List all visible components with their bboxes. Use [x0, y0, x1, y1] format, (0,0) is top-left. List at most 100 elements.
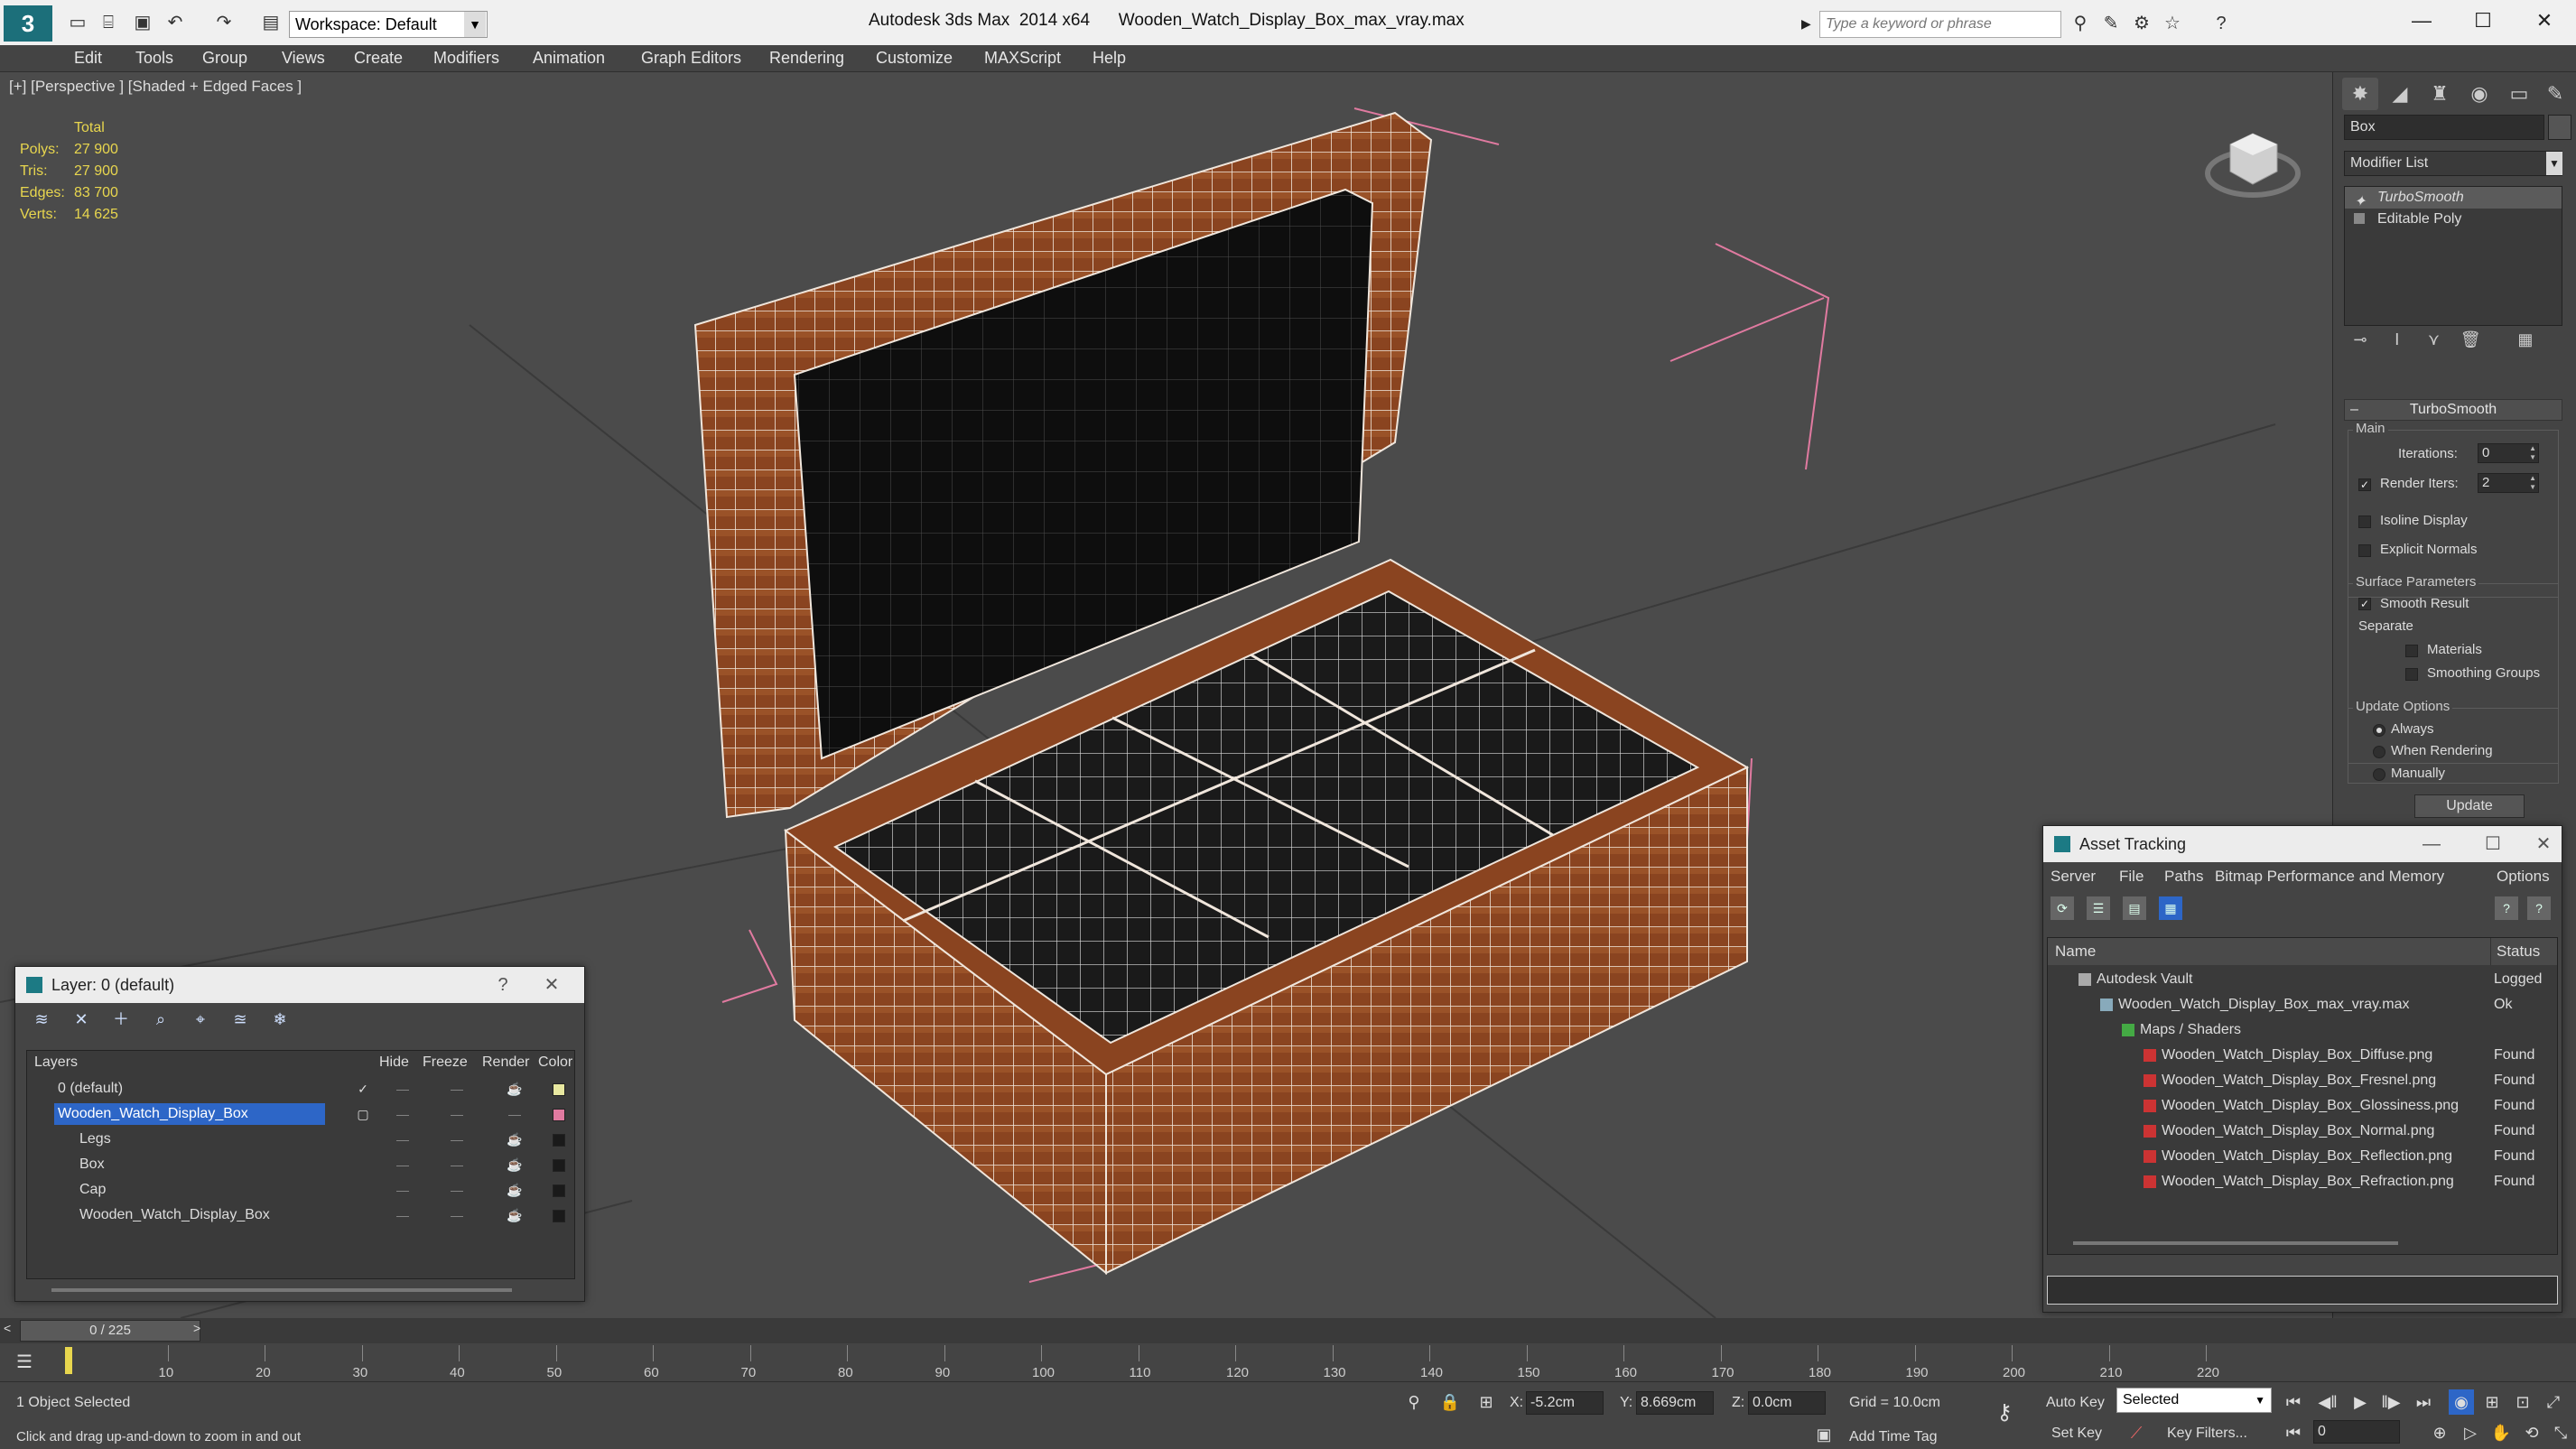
help-icon[interactable]: ? — [2495, 896, 2518, 920]
project-folder-icon[interactable]: ▤ — [260, 12, 282, 33]
close-button[interactable]: ✕ — [2525, 826, 2562, 862]
stack-item-editable-poly[interactable]: Editable Poly — [2345, 209, 2562, 230]
col-hide[interactable]: Hide — [379, 1051, 409, 1074]
asset-row[interactable]: Wooden_Watch_Display_Box_max_vray.max Ok — [2048, 992, 2557, 1017]
layer-color-swatch[interactable] — [553, 1210, 565, 1222]
show-end-result-icon[interactable]: Ⅰ — [2381, 330, 2413, 349]
help-icon[interactable]: ? — [2209, 12, 2234, 35]
key-icon[interactable]: ⚷ — [1992, 1400, 2017, 1426]
asset-menu-options[interactable]: Options — [2497, 868, 2550, 886]
isolate-icon[interactable]: ⚲ — [1401, 1389, 1427, 1415]
current-frame-field[interactable]: 0 — [2313, 1420, 2400, 1444]
asset-path-field[interactable] — [2047, 1276, 2558, 1305]
time-tag-icon[interactable]: ▣ — [1811, 1422, 1837, 1447]
search-expand-icon[interactable]: ▶ — [1801, 13, 1819, 34]
menu-customize[interactable]: Customize — [876, 49, 953, 68]
asset-menu-server[interactable]: Server — [2051, 868, 2096, 886]
asset-row[interactable]: Wooden_Watch_Display_Box_Refraction.png … — [2048, 1169, 2557, 1194]
asset-row[interactable]: Wooden_Watch_Display_Box_Reflection.png … — [2048, 1144, 2557, 1169]
asset-window-titlebar[interactable]: Asset Tracking — ☐ ✕ — [2043, 826, 2562, 862]
z-coordinate-field[interactable]: 0.0cm — [1748, 1391, 1826, 1415]
object-name-field[interactable] — [2344, 115, 2544, 140]
motion-tab-icon[interactable]: ◉ — [2461, 78, 2497, 110]
viewport-label[interactable]: [+] [Perspective ] [Shaded + Edged Faces… — [9, 78, 302, 96]
menu-maxscript[interactable]: MAXScript — [984, 49, 1061, 68]
layer-window-titlebar[interactable]: Layer: 0 (default) ? ✕ — [15, 967, 584, 1003]
freeze-all-icon[interactable]: ❄ — [268, 1008, 292, 1030]
asset-menu-file[interactable]: File — [2119, 868, 2144, 886]
manually-radio[interactable] — [2373, 768, 2385, 781]
communication-icon[interactable]: ⚙ — [2129, 12, 2154, 35]
always-radio[interactable] — [2373, 724, 2385, 737]
expand-icon[interactable] — [2354, 213, 2365, 224]
render-teapot-icon[interactable]: ☕ — [497, 1076, 533, 1101]
col-color[interactable]: Color — [538, 1051, 572, 1074]
asset-row[interactable]: Wooden_Watch_Display_Box_Fresnel.png Fou… — [2048, 1068, 2557, 1093]
add-to-layer-icon[interactable]: ＋ — [109, 1008, 133, 1030]
menu-group[interactable]: Group — [202, 49, 247, 68]
create-tab-icon[interactable]: ✸ — [2342, 78, 2378, 110]
go-to-end-icon[interactable]: ⏭ — [2411, 1389, 2436, 1415]
next-frame-icon[interactable]: > — [193, 1321, 200, 1335]
freeze-toggle[interactable]: — — [439, 1177, 475, 1203]
time-slider[interactable]: < 0 / 225 > — [0, 1318, 2576, 1343]
hide-toggle[interactable]: — — [385, 1101, 421, 1127]
mini-curve-editor-icon[interactable]: ☰ — [16, 1351, 33, 1373]
menu-help[interactable]: Help — [1093, 49, 1126, 68]
layer-color-swatch[interactable] — [553, 1134, 565, 1147]
go-to-start-icon[interactable]: ⏮ — [2281, 1389, 2306, 1415]
asset-row[interactable]: Wooden_Watch_Display_Box_Diffuse.png Fou… — [2048, 1043, 2557, 1068]
col-render[interactable]: Render — [482, 1051, 529, 1074]
menu-graph-editors[interactable]: Graph Editors — [641, 49, 741, 68]
hide-toggle[interactable]: — — [385, 1152, 421, 1177]
layer-color-swatch[interactable] — [553, 1159, 565, 1172]
freeze-toggle[interactable]: — — [439, 1152, 475, 1177]
delete-layer-icon[interactable]: ✕ — [70, 1008, 93, 1030]
arc-rotate-icon[interactable]: ⟲ — [2519, 1420, 2544, 1445]
previous-frame-icon[interactable]: ◀‖ — [2315, 1389, 2340, 1415]
favorites-star-icon[interactable]: ☆ — [2160, 12, 2185, 35]
modify-tab-icon[interactable]: ◢ — [2382, 78, 2418, 110]
viewcube-icon[interactable] — [2203, 108, 2302, 208]
x-coordinate-field[interactable]: -5.2cm — [1526, 1391, 1604, 1415]
when-rendering-radio[interactable] — [2373, 746, 2385, 758]
object-color-swatch[interactable] — [2548, 115, 2571, 140]
stack-item-turbosmooth[interactable]: ✦ TurboSmooth — [2345, 187, 2562, 209]
display-tab-icon[interactable]: ▭ — [2501, 78, 2537, 110]
hide-toggle[interactable]: — — [385, 1203, 421, 1228]
save-icon[interactable]: ▣ — [132, 12, 153, 33]
maximize-button[interactable]: ☐ — [2454, 4, 2512, 38]
minimize-button[interactable]: — — [2393, 4, 2450, 38]
menu-edit[interactable]: Edit — [74, 49, 102, 68]
new-file-icon[interactable]: ▭ — [67, 12, 88, 33]
minimize-button[interactable]: — — [2413, 826, 2450, 862]
render-teapot-icon[interactable]: ☕ — [497, 1152, 533, 1177]
pan-hand-icon[interactable]: ✋ — [2488, 1420, 2514, 1445]
key-mode-dropdown[interactable]: Selected ▼ — [2116, 1388, 2272, 1413]
track-bar[interactable]: ☰ 10 20 30 40 50 60 70 80 90 100 110 120 130 140 150 16… — [0, 1343, 2576, 1381]
smoothing-groups-checkbox[interactable] — [2405, 668, 2418, 681]
layer-row[interactable]: Cap — — ☕ — [27, 1177, 574, 1203]
isoline-display-checkbox[interactable] — [2358, 516, 2371, 528]
render-teapot-icon[interactable]: ☕ — [497, 1127, 533, 1152]
set-key-icon[interactable]: ⟋ — [2124, 1420, 2149, 1445]
layer-color-swatch[interactable] — [553, 1184, 565, 1197]
app-logo-icon[interactable]: 3 — [4, 5, 52, 42]
remove-modifier-icon[interactable]: 🗑 — [2454, 330, 2487, 349]
layer-box-icon[interactable]: ▢ — [345, 1101, 381, 1127]
table-view-icon[interactable]: ▦ — [2159, 896, 2182, 920]
update-button[interactable]: Update — [2414, 794, 2525, 818]
smooth-result-checkbox[interactable]: ✓ — [2358, 598, 2371, 610]
hide-toggle[interactable]: — — [385, 1177, 421, 1203]
hierarchy-tab-icon[interactable]: ♜ — [2422, 78, 2458, 110]
key-filters-button[interactable]: Key Filters... — [2167, 1426, 2247, 1442]
binoculars-icon[interactable]: ⚲ — [2068, 12, 2093, 35]
horizontal-scrollbar[interactable] — [2073, 1241, 2398, 1245]
utilities-tab-icon[interactable]: ✎ — [2537, 78, 2573, 110]
iterations-spinner[interactable]: 0 ▲ ▼ — [2478, 443, 2539, 463]
layer-color-swatch[interactable] — [553, 1109, 565, 1121]
chevron-down-icon[interactable]: ▼ — [2546, 152, 2562, 175]
layer-row[interactable]: Box — — ☕ — [27, 1152, 574, 1177]
asset-row[interactable]: Autodesk Vault Logged — [2048, 967, 2557, 992]
menu-create[interactable]: Create — [354, 49, 403, 68]
